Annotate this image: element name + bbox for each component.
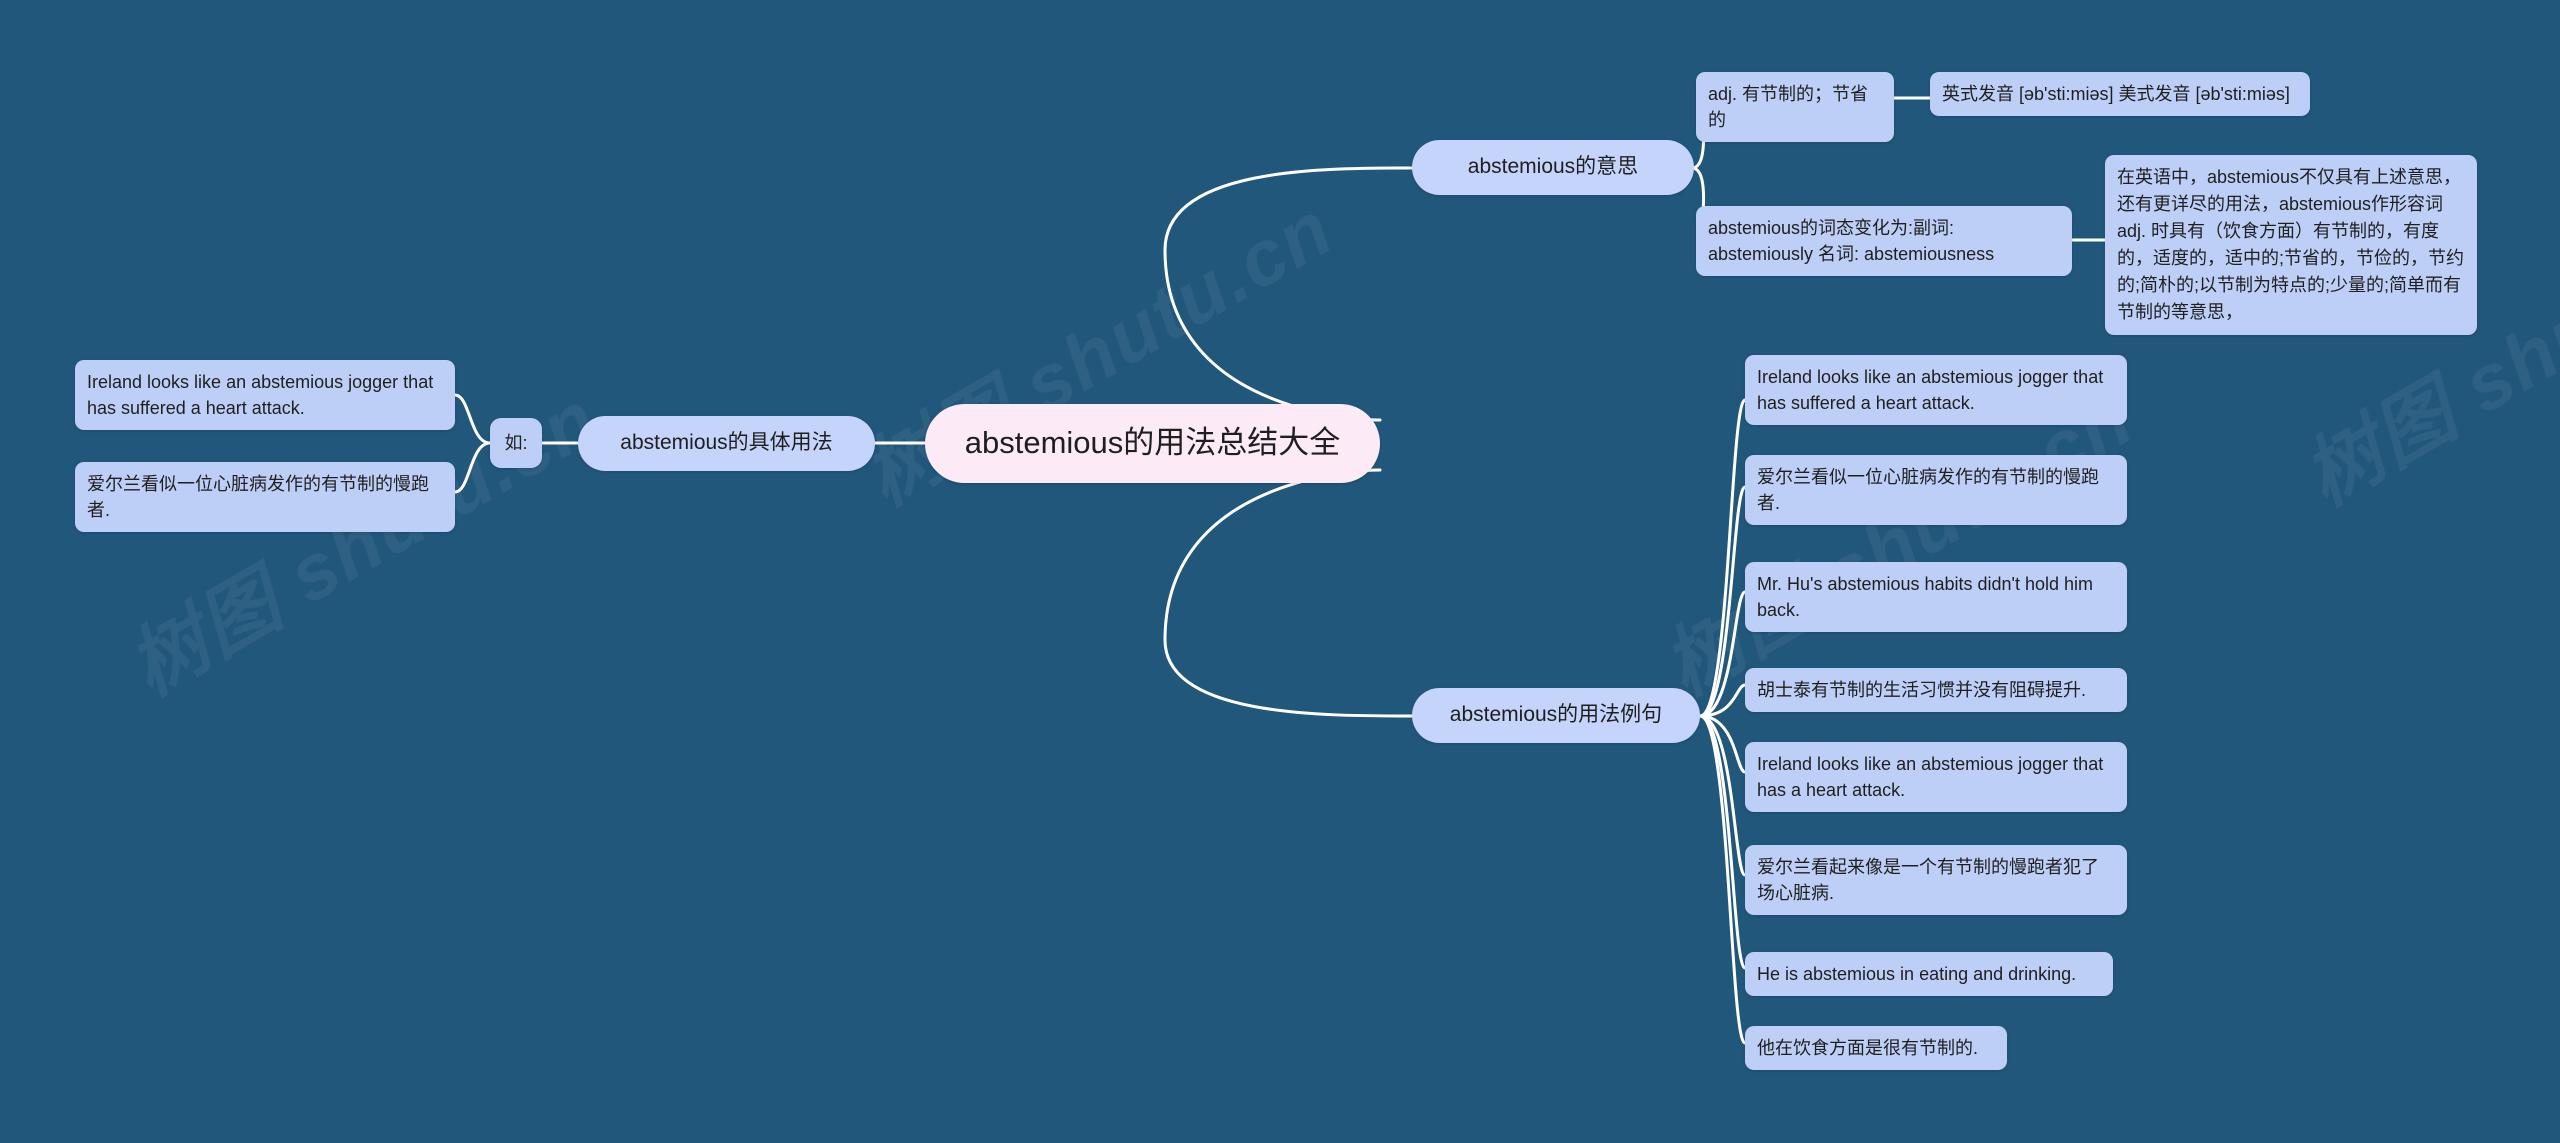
link-root-to-examples xyxy=(1163,468,1414,718)
usage-example-zh[interactable]: 爱尔兰看似一位心脏病发作的有节制的慢跑者. xyxy=(75,462,455,533)
example-sentence[interactable]: He is abstemious in eating and drinking. xyxy=(1745,952,2113,997)
branch-usage[interactable]: abstemious的具体用法 xyxy=(578,416,875,471)
link-examples-to-item-2 xyxy=(1698,590,1747,718)
meaning-phonetics[interactable]: 英式发音 [əb'sti:miəs] 美式发音 [əb'sti:miəs] xyxy=(1930,72,2310,117)
link-examples-to-item-6 xyxy=(1698,714,1747,970)
link-examples-to-item-0 xyxy=(1698,398,1747,718)
link-examples-to-item-3 xyxy=(1698,683,1747,718)
link-connector-to-ex1 xyxy=(453,393,492,445)
branch-meaning[interactable]: abstemious的意思 xyxy=(1412,140,1694,195)
link-examples-to-item-1 xyxy=(1698,485,1747,718)
mindmap-canvas: 树图 shutu.cn 树图 shutu.cn 树图 shutu.cn 树图 s… xyxy=(0,0,2560,1143)
example-sentence[interactable]: 胡士泰有节制的生活习惯并没有阻碍提升. xyxy=(1745,668,2127,713)
example-sentence[interactable]: 他在饮食方面是很有节制的. xyxy=(1745,1026,2007,1071)
usage-example-en[interactable]: Ireland looks like an abstemious jogger … xyxy=(75,360,455,431)
root-node[interactable]: abstemious的用法总结大全 xyxy=(925,404,1380,483)
example-sentence[interactable]: 爱尔兰看起来像是一个有节制的慢跑者犯了场心脏病. xyxy=(1745,845,2127,916)
example-sentence[interactable]: Ireland looks like an abstemious jogger … xyxy=(1745,355,2127,426)
link-examples-to-item-4 xyxy=(1698,714,1747,774)
link-examples-to-item-7 xyxy=(1698,714,1747,1045)
branch-examples[interactable]: abstemious的用法例句 xyxy=(1412,688,1700,743)
link-connector-to-ex2 xyxy=(453,441,492,494)
example-sentence[interactable]: Ireland looks like an abstemious jogger … xyxy=(1745,742,2127,813)
link-examples-to-item-5 xyxy=(1698,714,1747,877)
meaning-detailed-explanation[interactable]: 在英语中，abstemious不仅具有上述意思，还有更详尽的用法，abstemi… xyxy=(2105,155,2477,335)
example-sentence[interactable]: 爱尔兰看似一位心脏病发作的有节制的慢跑者. xyxy=(1745,455,2127,526)
usage-connector-label[interactable]: 如: xyxy=(490,418,542,468)
meaning-definition[interactable]: adj. 有节制的；节省的 xyxy=(1696,72,1894,143)
link-root-to-meaning xyxy=(1163,166,1414,422)
meaning-word-forms[interactable]: abstemious的词态变化为:副词: abstemiously 名词: ab… xyxy=(1696,206,2072,277)
example-sentence[interactable]: Mr. Hu's abstemious habits didn't hold h… xyxy=(1745,562,2127,633)
